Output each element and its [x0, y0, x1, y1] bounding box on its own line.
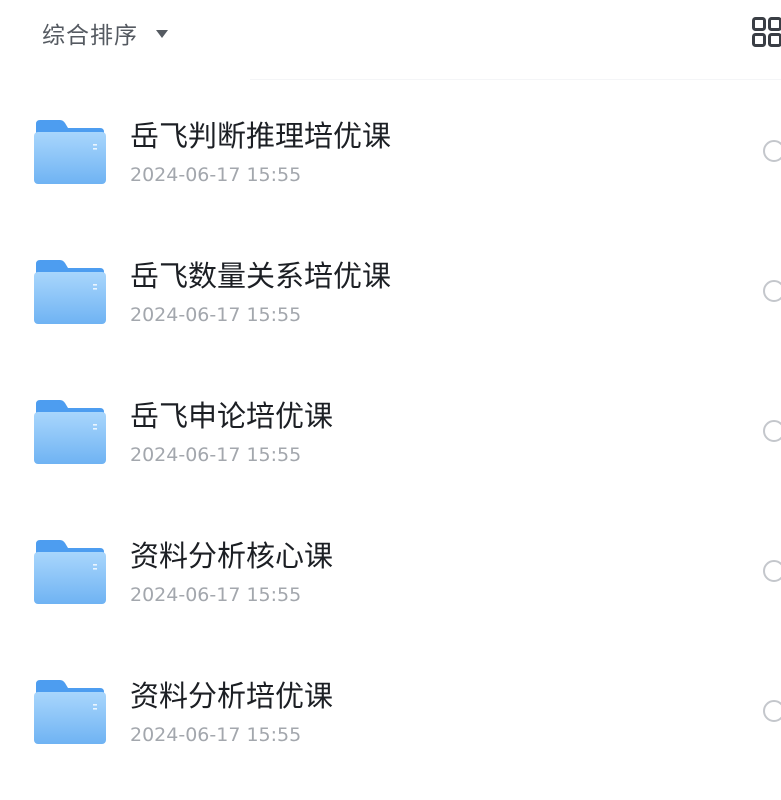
select-checkbox[interactable]: [763, 420, 781, 442]
select-checkbox[interactable]: [763, 560, 781, 582]
folder-date: 2024-06-17 15:55: [130, 164, 302, 186]
grid-view-icon[interactable]: [752, 17, 781, 47]
folder-icon: [34, 400, 106, 464]
folder-name: 资料分析核心课: [130, 539, 334, 573]
folder-date: 2024-06-17 15:55: [130, 304, 302, 326]
folder-icon: [34, 680, 106, 744]
select-checkbox[interactable]: [763, 280, 781, 302]
select-checkbox[interactable]: [763, 140, 781, 162]
folder-date: 2024-06-17 15:55: [130, 584, 302, 606]
folder-icon: [34, 540, 106, 604]
folder-row[interactable]: 资料分析核心课 2024-06-17 15:55: [0, 500, 781, 640]
folder-date: 2024-06-17 15:55: [130, 444, 302, 466]
folder-name: 岳飞申论培优课: [130, 399, 334, 433]
toolbar: 综合排序: [0, 0, 781, 70]
folder-row[interactable]: 岳飞申论培优课 2024-06-17 15:55: [0, 360, 781, 500]
caret-down-icon: [156, 30, 168, 38]
folder-row[interactable]: 岳飞数量关系培优课 2024-06-17 15:55: [0, 220, 781, 360]
select-checkbox[interactable]: [763, 700, 781, 722]
folder-name: 资料分析培优课: [130, 679, 334, 713]
folder-row[interactable]: 资料分析培优课 2024-06-17 15:55: [0, 640, 781, 780]
folder-icon: [34, 120, 106, 184]
sort-dropdown-button[interactable]: 综合排序: [42, 16, 168, 50]
folder-row[interactable]: 岳飞判断推理培优课 2024-06-17 15:55: [0, 80, 781, 220]
folder-date: 2024-06-17 15:55: [130, 724, 302, 746]
sort-label: 综合排序: [42, 23, 138, 49]
folder-icon: [34, 260, 106, 324]
folder-name: 岳飞判断推理培优课: [130, 119, 392, 153]
folder-name: 岳飞数量关系培优课: [130, 259, 392, 293]
